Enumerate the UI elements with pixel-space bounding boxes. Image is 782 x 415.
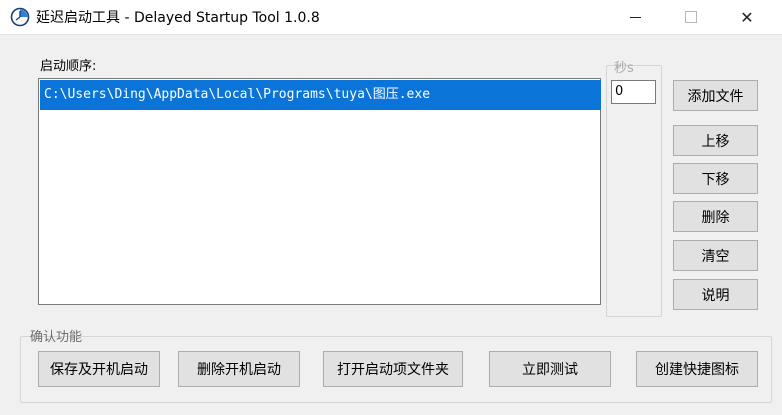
startup-order-list[interactable]: C:\Users\Ding\AppData\Local\Programs\tuy… [38,78,601,305]
window-title: 延迟启动工具 - Delayed Startup Tool 1.0.8 [36,10,320,26]
delay-seconds-input[interactable]: 0 [611,80,656,104]
add-file-button[interactable]: 添加文件 [673,80,758,111]
create-shortcut-button[interactable]: 创建快捷图标 [636,351,758,387]
test-now-button[interactable]: 立即测试 [489,351,611,387]
title-bar[interactable]: 延迟启动工具 - Delayed Startup Tool 1.0.8 ✕ [0,0,782,35]
remove-startup-button[interactable]: 删除开机启动 [178,351,300,387]
seconds-label: 秒s [614,61,634,76]
close-icon: ✕ [740,7,754,27]
move-down-button[interactable]: 下移 [673,163,758,194]
minimize-icon [629,16,641,18]
app-window: 延迟启动工具 - Delayed Startup Tool 1.0.8 ✕ 启动… [0,0,782,415]
timer-app-icon [10,7,30,27]
open-startup-folder-button[interactable]: 打开启动项文件夹 [323,351,463,387]
close-button[interactable]: ✕ [724,0,770,34]
move-up-button[interactable]: 上移 [673,125,758,156]
list-item[interactable]: C:\Users\Ding\AppData\Local\Programs\tuy… [40,80,601,110]
minimize-button[interactable] [612,0,658,34]
maximize-button[interactable] [668,0,714,34]
delete-button[interactable]: 删除 [673,201,758,232]
startup-order-label: 启动顺序: [40,59,97,74]
maximize-icon [685,11,697,23]
save-and-startup-button[interactable]: 保存及开机启动 [38,351,160,387]
clear-button[interactable]: 清空 [673,240,758,271]
help-button[interactable]: 说明 [673,279,758,310]
confirm-section-label: 确认功能 [30,330,83,345]
